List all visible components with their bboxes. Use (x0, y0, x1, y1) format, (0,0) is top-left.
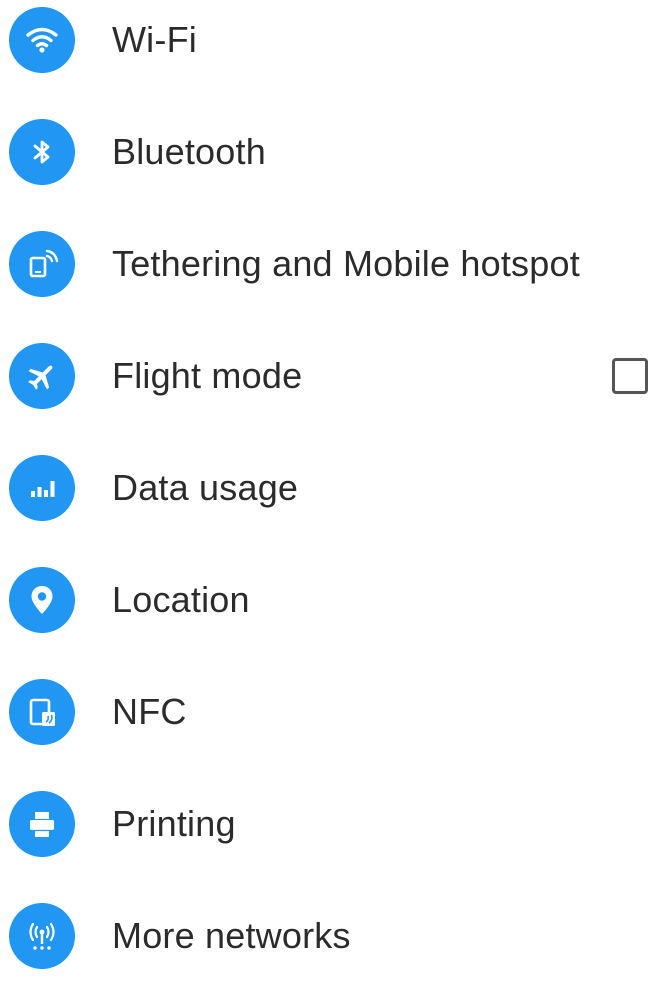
settings-item-label: Printing (112, 803, 236, 844)
settings-item-label: Tethering and Mobile hotspot (112, 243, 580, 284)
antenna-icon (9, 903, 75, 969)
airplane-icon (9, 343, 75, 409)
settings-item-flight-mode[interactable]: Flight mode (0, 320, 654, 432)
data-usage-icon (9, 455, 75, 521)
location-pin-icon (9, 567, 75, 633)
settings-item-label: Wi-Fi (112, 19, 197, 60)
settings-item-printing[interactable]: Printing (0, 768, 654, 880)
nfc-icon (9, 679, 75, 745)
settings-item-nfc[interactable]: NFC (0, 656, 654, 768)
settings-item-label: Flight mode (112, 355, 303, 396)
settings-item-wifi[interactable]: Wi-Fi (0, 0, 654, 96)
settings-item-label: NFC (112, 691, 187, 732)
settings-item-bluetooth[interactable]: Bluetooth (0, 96, 654, 208)
flight-mode-checkbox[interactable] (612, 358, 648, 394)
settings-item-data-usage[interactable]: Data usage (0, 432, 654, 544)
settings-item-label: Bluetooth (112, 131, 266, 172)
hotspot-icon (9, 231, 75, 297)
settings-item-tethering[interactable]: Tethering and Mobile hotspot (0, 208, 654, 320)
settings-item-more-networks[interactable]: More networks (0, 880, 654, 992)
settings-list: Wi-Fi Bluetooth Tethering and Mobile hot… (0, 0, 654, 969)
settings-item-label: More networks (112, 915, 351, 956)
settings-item-label: Data usage (112, 467, 299, 508)
settings-item-label: Location (112, 579, 250, 620)
wifi-icon (9, 7, 75, 73)
bluetooth-icon (9, 119, 75, 185)
printer-icon (9, 791, 75, 857)
settings-item-location[interactable]: Location (0, 544, 654, 656)
